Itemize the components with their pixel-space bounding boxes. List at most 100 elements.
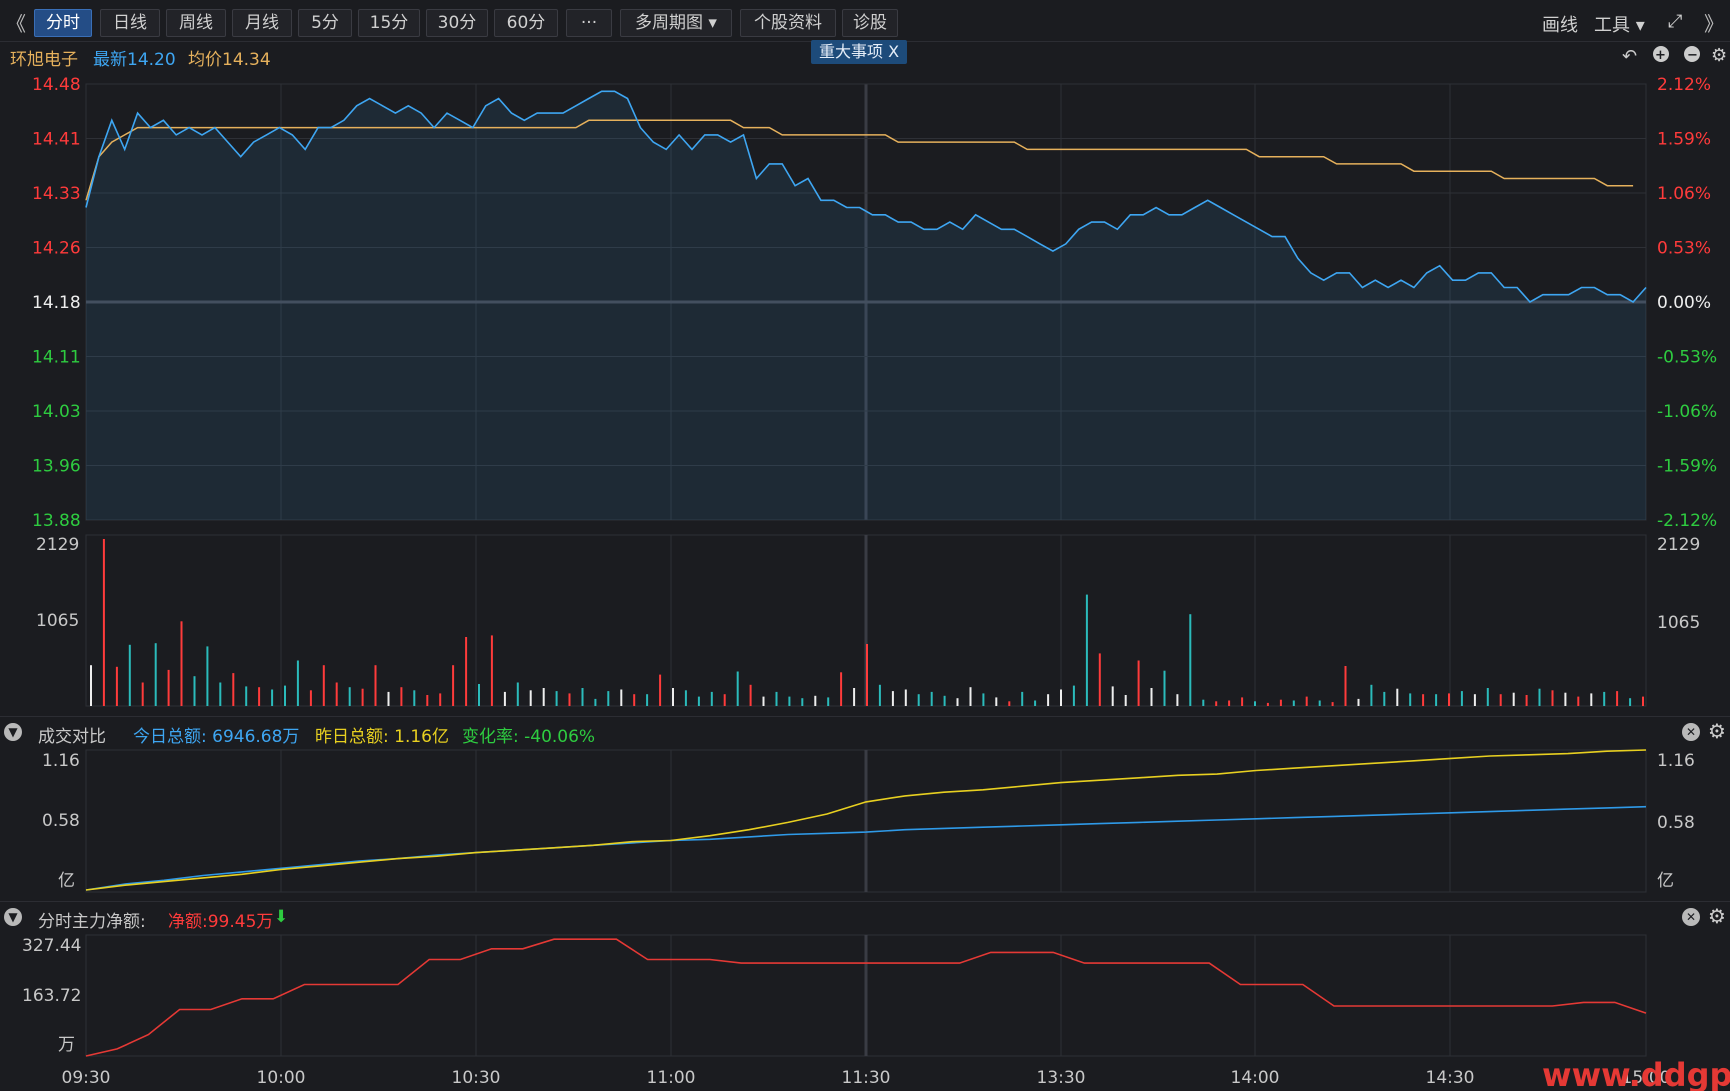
volume-bar [788,696,791,706]
volume-bar [245,686,248,706]
volume-bar [710,691,713,706]
volume-bar [1111,686,1114,706]
volume-bar [1409,693,1412,706]
volume-tick-label: 2129 [36,535,79,555]
volume-bar [167,669,170,706]
volume-bar [1435,694,1438,706]
volume-bar [633,694,636,706]
volume-bar [749,684,752,706]
time-tick-label: 14:30 [1426,1068,1475,1088]
volume-bar [969,687,972,706]
volume-bar [891,691,894,706]
volume-bar [232,673,235,706]
volume-bar [439,693,442,706]
volume-bar [1279,699,1282,706]
close-icon[interactable]: ✕ [1682,723,1700,741]
volume-bar [1060,689,1062,706]
volume-bar [775,691,778,706]
collapse-chevron-icon[interactable]: ▼ [4,723,22,741]
volume-bar [348,687,351,706]
volume-bar [607,691,610,706]
volume-bar [258,687,261,706]
volume-bar [982,693,985,706]
turnover-unit-label: 亿 [58,871,75,891]
pct-tick-label: 0.00% [1657,293,1711,313]
undo-icon[interactable]: ↶ [1622,46,1637,67]
volume-tick-label: 1065 [36,611,79,631]
volume-tick-label: 1065 [1657,613,1700,633]
volume-bar [672,688,674,706]
volume-bar [1215,701,1218,706]
volume-bar [1292,700,1295,706]
volume-bar [1616,691,1619,706]
collapse-chevron-icon[interactable]: ▼ [4,908,22,926]
volume-bar [581,688,584,706]
volume-bar [1163,670,1166,706]
volume-bar [956,698,959,706]
price-tick-label: 14.18 [32,293,81,313]
yesterday-total: 昨日总额: 1.16亿 [315,727,449,747]
zoom-out-glyph: − [1687,48,1698,63]
settings-gear-icon[interactable]: ⚙ [1708,719,1726,743]
volume-bar [154,643,157,706]
volume-bar [1305,696,1308,706]
volume-bar [1344,666,1347,706]
volume-bar [1047,694,1050,706]
turnover-compare-header: ▼ 成交对比 今日总额: 6946.68万 昨日总额: 1.16亿 变化率: -… [0,716,1730,747]
watermark: www.ddgp.net [1542,1056,1730,1091]
turnover-unit-label: 亿 [1657,871,1674,891]
volume-bar [529,690,532,706]
turnover-tick-label: 0.58 [42,811,80,831]
volume-bar [1189,614,1192,706]
panel-title: 成交对比 [38,727,106,747]
price-tick-label: 14.26 [32,239,81,259]
volume-bar [309,690,312,706]
settings-gear-icon[interactable]: ⚙ [1708,904,1726,928]
volume-bar [801,698,804,706]
down-arrow-icon: ⬇ [274,907,289,927]
volume-bar [1008,701,1011,706]
volume-bar [322,665,325,706]
volume-bar [1422,694,1425,706]
price-tick-label: 13.96 [32,457,81,477]
volume-bar [1590,693,1593,706]
net-amount: 净额:99.45万 [168,912,274,932]
volume-bar [1072,685,1075,706]
volume-bar [646,694,649,706]
volume-bar [814,695,817,706]
volume-bar [1254,701,1256,706]
close-icon[interactable]: ✕ [1682,908,1700,926]
volume-bar [1318,700,1321,706]
volume-bar [1150,688,1153,706]
volume-bar [1629,698,1632,706]
volume-bar [995,697,998,706]
volume-bar [943,695,946,706]
pct-tick-label: -2.12% [1657,511,1717,531]
settings-gear-icon[interactable]: ⚙ [1711,45,1727,66]
volume-bar [866,644,868,706]
volume-bar [1383,691,1386,706]
volume-bar [284,685,286,706]
volume-bar [193,676,196,706]
net-tick-label: 327.44 [22,936,81,956]
price-tick-label: 13.88 [32,511,81,531]
volume-bar [1577,696,1580,706]
price-tick-label: 14.11 [32,348,81,368]
time-tick-label: 11:30 [842,1068,891,1088]
volume-bar [930,691,933,706]
volume-bar [594,698,597,706]
volume-bar [1034,700,1037,706]
volume-bar [206,646,209,706]
time-tick-label: 13:30 [1037,1068,1086,1088]
turnover-tick-label: 1.16 [42,751,80,771]
volume-bar [1551,690,1554,706]
volume-bar [684,690,687,706]
pct-tick-label: 0.53% [1657,239,1711,259]
volume-bar [490,635,493,706]
price-tick-label: 14.33 [32,184,81,204]
volume-bar [426,695,429,706]
volume-bar [1098,653,1101,706]
chart-controls: ↶ + − ⚙ [1622,45,1727,67]
volume-bar [1512,692,1515,706]
volume-bar [1473,694,1476,706]
